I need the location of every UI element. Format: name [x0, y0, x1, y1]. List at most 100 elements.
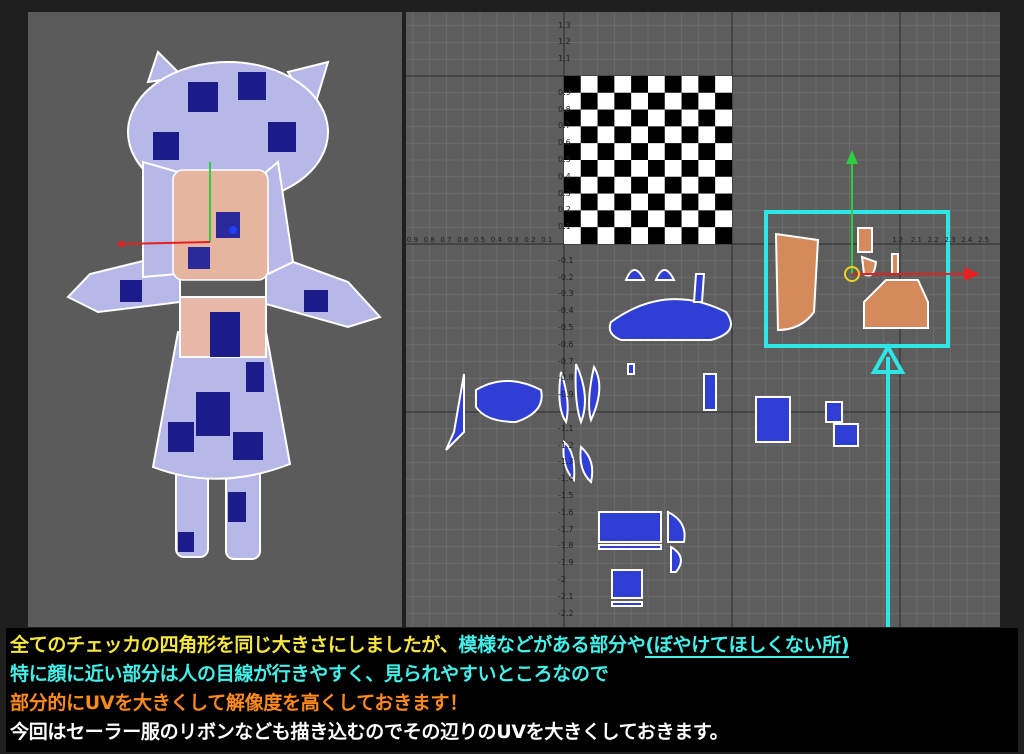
uv-x-tick: 2.3: [944, 236, 956, 244]
caption-line-1: 全てのチェッカの四角形を同じ大きさにしましたが、模様などがある部分や(ぼやけてほ…: [10, 630, 850, 658]
3d-viewport[interactable]: [28, 12, 402, 627]
uv-x-tick: 0.8: [423, 236, 435, 244]
uv-x-tick: 0.3: [507, 236, 519, 244]
checker-cell: [698, 126, 716, 144]
uv-x-tick: 0.2: [524, 236, 536, 244]
uv-y-tick: -0.6: [558, 339, 574, 349]
uv-shell-head-top: [608, 298, 732, 341]
checker-cell: [597, 160, 615, 177]
checker-cell: [681, 143, 699, 160]
checker-cell: [580, 227, 598, 244]
checker-cell: [648, 227, 665, 244]
checker-cell: [580, 76, 598, 93]
checker-cell: [681, 227, 699, 244]
checker-cell: [614, 109, 632, 127]
uv-shell-ribbon-mid: [860, 255, 878, 277]
caption-line-4: 今回はセーラー服のリボンなども描き込むのでその辺りのUVを大きくしておきます。: [10, 721, 729, 743]
checker-cell: [681, 109, 699, 127]
uv-y-tick: 0.9: [558, 87, 571, 97]
uv-y-tick: -2.2: [558, 608, 574, 618]
checker-cell: [648, 210, 665, 228]
uv-shell-bang-2: [574, 363, 586, 425]
checker-cell: [580, 160, 598, 177]
uv-x-tick: 0.4: [490, 236, 502, 244]
uv-y-tick: -1.2: [558, 440, 574, 450]
checker-cell: [597, 126, 615, 144]
uv-y-tick: -1.4: [558, 474, 574, 484]
uv-y-tick: 0.1: [558, 222, 571, 232]
checker-cell: [664, 193, 682, 211]
uv-y-tick: -0.1: [558, 255, 574, 265]
checker-cell: [648, 176, 665, 194]
uv-shell-strip-1: [598, 544, 662, 550]
uv-y-tick: 0.3: [558, 188, 571, 198]
checker-cell: [715, 92, 732, 110]
checker-cell: [698, 143, 716, 160]
checker-cell: [715, 109, 732, 127]
uv-shell-arm-b: [579, 445, 594, 484]
checker-cell: [614, 92, 632, 110]
checker-cell: [597, 227, 615, 244]
uv-shell-strip-2: [611, 601, 643, 607]
checker-cell: [614, 126, 632, 144]
uv-y-tick: -0.2: [558, 272, 574, 282]
uv-editor-panel[interactable]: 1.3 1.2 1.1 0.9 0.8 0.7 0.6 0.5 0.4 0.3 0.2 0.1 -0.1…: [406, 12, 1000, 627]
checker-cell: [614, 143, 632, 160]
uv-shell-ear-right: [654, 269, 676, 281]
checker-cell: [580, 176, 598, 194]
uv-x-tick: 2.1: [910, 236, 922, 244]
uv-shell-hair-long: [445, 373, 465, 451]
checker-cell: [715, 143, 732, 160]
checker-cell: [614, 76, 632, 93]
uv-y-tick: 1.3: [558, 20, 571, 30]
checker-cell: [597, 193, 615, 211]
uv-shell-sock: [670, 545, 682, 573]
caption-line-1-part-1: 全てのチェッカの四角形を同じ大きさにしましたが、: [10, 634, 459, 656]
checker-cell: [681, 76, 699, 93]
uv-shell-face-blob: [475, 380, 543, 424]
checker-cell: [664, 126, 682, 144]
uv-x-tick: 0.6: [457, 236, 469, 244]
uv-shell-ear-left: [624, 269, 646, 281]
checker-cell: [648, 143, 665, 160]
manipulator-y-arrow: [846, 150, 858, 164]
checker-cell: [681, 210, 699, 228]
uv-x-tick: 0.7: [440, 236, 452, 244]
checker-texture: [564, 76, 732, 244]
checker-cell: [597, 109, 615, 127]
uv-y-tick: -2: [558, 575, 566, 584]
checker-cell: [648, 76, 665, 93]
checker-cell: [715, 126, 732, 144]
checker-cell: [698, 160, 716, 177]
uv-y-tick: 0.5: [558, 155, 571, 164]
checker-cell: [631, 227, 648, 244]
checker-cell: [698, 227, 716, 244]
uv-y-tick: 0.2: [558, 205, 571, 215]
uv-shell-ribbon-small: [857, 227, 873, 253]
uv-shell-hair-side: [692, 273, 706, 303]
uv-x-tick: 0.9: [406, 236, 418, 244]
uv-x-tick: 2.5: [978, 236, 990, 244]
checker-cell: [597, 210, 615, 228]
checker-cell: [664, 109, 682, 127]
uv-y-tick: -2.1: [558, 591, 574, 601]
checker-cell: [648, 92, 665, 110]
uv-y-tick: -0.4: [558, 306, 574, 316]
uv-y-tick: 0.8: [558, 104, 571, 114]
uv-x-tick: 2.4: [961, 236, 973, 244]
checker-cell: [715, 176, 732, 194]
character-model: [66, 50, 382, 560]
checker-cell: [698, 76, 716, 93]
uv-shell-skirt: [598, 511, 662, 543]
checker-cell: [648, 126, 665, 144]
uv-shell-body-2: [703, 373, 717, 411]
checker-cell: [664, 176, 682, 194]
caption-line-1-part-2: 模様などがある部分や: [458, 634, 646, 656]
checker-cell: [715, 210, 732, 228]
checker-cell: [648, 109, 665, 127]
checker-cell: [698, 92, 716, 110]
checker-cell: [614, 160, 632, 177]
checker-cell: [614, 227, 632, 244]
uv-shell-skirt-round: [667, 510, 686, 543]
checker-cell: [715, 76, 732, 93]
